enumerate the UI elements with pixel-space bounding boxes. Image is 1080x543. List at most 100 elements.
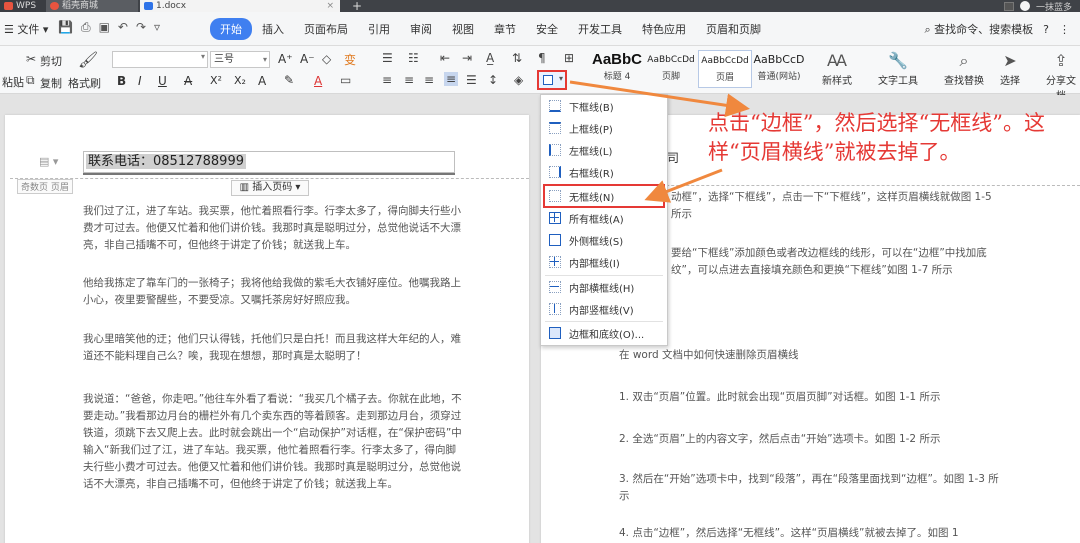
format-painter-button[interactable]: 格式刷 xyxy=(68,75,101,91)
paragraph[interactable]: 他给我拣定了靠车门的一张椅子；我将他给我做的紫毛大衣铺好座位。他嘱我路上小心，夜… xyxy=(83,275,463,309)
tab-section[interactable]: 章节 xyxy=(484,18,526,40)
paragraph[interactable]: 在 word 文档中如何快速删除页眉横线 xyxy=(619,347,999,364)
tab-store[interactable]: 稻壳商城 xyxy=(46,0,138,12)
italic-button[interactable]: I xyxy=(138,74,142,88)
new-tab-button[interactable]: + xyxy=(352,0,362,12)
tab-references[interactable]: 引用 xyxy=(358,18,400,40)
paragraph[interactable]: 我们过了江，进了车站。我买票，他忙着照看行李。行李太多了，得向脚夫行些小费才可过… xyxy=(83,203,463,254)
subscript-button[interactable]: X₂ xyxy=(234,74,246,87)
undo-icon[interactable]: ↶ xyxy=(118,20,128,35)
redo-icon[interactable]: ↷ xyxy=(136,20,146,35)
paragraph[interactable]: 我心里暗笑他的迂；他们只认得钱，托他们只是白托！而且我这样大年纪的人，难道还不能… xyxy=(83,331,463,365)
paragraph[interactable]: 要给“下框线”添加颜色或者改边框线的线形，可以在“边框”中找加底纹”，可以点进去… xyxy=(671,245,1001,279)
paragraph[interactable]: 2. 全选“页眉”上的内容文字，然后点击“开始”选项卡。如图 1-2 所示 xyxy=(619,431,999,448)
align-center-icon[interactable]: ≡ xyxy=(404,73,414,87)
tab-developer[interactable]: 开发工具 xyxy=(568,18,632,40)
highlighter-icon[interactable]: ✎ xyxy=(284,73,294,87)
customize-icon[interactable]: ▿ xyxy=(154,20,160,35)
menu-item-inside-vertical[interactable]: 内部竖框线(V) xyxy=(541,298,667,320)
print-icon[interactable]: ⎙ xyxy=(81,20,91,35)
user-name[interactable]: 一抹蓝多 xyxy=(1036,0,1072,13)
justify-icon[interactable]: ≡ xyxy=(444,72,459,86)
copy-button[interactable]: 复制 xyxy=(40,75,62,91)
style-footer[interactable]: AaBbCcDd 页脚 xyxy=(644,50,698,88)
menu-item-borders-shading[interactable]: 边框和底纹(O)... xyxy=(541,322,667,344)
bold-button[interactable]: B xyxy=(117,74,126,88)
header-text[interactable]: 联系电话：08512788999 xyxy=(83,151,455,173)
shading-icon[interactable]: ◈ xyxy=(514,73,523,87)
tab-insert[interactable]: 插入 xyxy=(252,18,294,40)
shrink-font-button[interactable]: A⁻ xyxy=(300,52,315,66)
style-heading4[interactable]: AaBbC 标题 4 xyxy=(590,50,644,88)
borders-button[interactable]: ▾ xyxy=(537,70,567,90)
bullet-list-icon[interactable]: ☰ xyxy=(382,51,393,65)
menu-item-inside-borders[interactable]: 内部框线(I) xyxy=(541,251,667,273)
font-name-select[interactable]: ▾ xyxy=(112,51,208,68)
save-icon[interactable]: 💾 xyxy=(58,20,73,35)
tab-security[interactable]: 安全 xyxy=(526,18,568,40)
paragraph[interactable]: 1. 双击“页眉”位置。此时就会出现“页眉页脚”对话框。如图 1-1 所示 xyxy=(619,389,999,406)
table-border-icon[interactable]: ⊞ xyxy=(564,51,574,65)
file-menu[interactable]: ☰ 文件 ▾ xyxy=(4,21,48,37)
underline-button[interactable]: U xyxy=(158,74,167,88)
user-avatar[interactable] xyxy=(1019,1,1030,11)
menu-item-bottom-border[interactable]: 下框线(B) xyxy=(541,95,667,117)
tab-home[interactable]: 开始 xyxy=(210,18,252,40)
clear-format-icon[interactable]: ◇ xyxy=(322,52,331,66)
paste-button[interactable]: 粘贴 xyxy=(2,74,24,90)
chinese-layout-icon[interactable]: A̲ xyxy=(486,51,494,65)
select-button[interactable]: ➤ 选择 xyxy=(1000,50,1020,87)
close-tab-icon[interactable]: × xyxy=(326,0,334,12)
style-normal-web[interactable]: AaBbCcD 普通(网站) xyxy=(752,50,806,88)
window-layout-icon[interactable] xyxy=(1003,1,1014,11)
align-right-icon[interactable]: ≡ xyxy=(424,73,434,87)
preview-icon[interactable]: ▣ xyxy=(99,20,110,35)
increase-indent-icon[interactable]: ⇥ xyxy=(462,51,472,65)
decrease-indent-icon[interactable]: ⇤ xyxy=(440,51,450,65)
menu-item-label: 内部竖框线(V) xyxy=(569,305,634,317)
paragraph[interactable]: 我说道：“爸爸，你走吧。”他往车外看了看说：“我买几个橘子去。你就在此地，不要走… xyxy=(83,391,463,493)
tab-features[interactable]: 特色应用 xyxy=(632,18,696,40)
menu-item-inside-horizontal[interactable]: 内部横框线(H) xyxy=(541,276,667,298)
strikethrough-button[interactable]: A xyxy=(184,74,192,88)
tab-document[interactable]: 1.docx × xyxy=(140,0,340,12)
tab-view[interactable]: 视图 xyxy=(442,18,484,40)
menu-item-top-border[interactable]: 上框线(P) xyxy=(541,117,667,139)
new-style-button[interactable]: Ꜳ 新样式 xyxy=(822,50,852,87)
menu-item-left-border[interactable]: 左框线(L) xyxy=(541,139,667,161)
align-left-icon[interactable]: ≡ xyxy=(382,73,392,87)
text-tool-button[interactable]: 🔧 文字工具 xyxy=(878,50,918,87)
superscript-button[interactable]: X² xyxy=(210,74,222,87)
line-spacing-icon[interactable]: ↕ xyxy=(488,73,498,87)
tab-review[interactable]: 审阅 xyxy=(400,18,442,40)
help-icon[interactable]: ? xyxy=(1043,23,1049,36)
tab-wps-label: WPS xyxy=(16,1,37,11)
sort-icon[interactable]: ⇅ xyxy=(512,51,522,65)
tab-header-footer[interactable]: 页眉和页脚 xyxy=(696,18,771,40)
search-command[interactable]: ⌕ 查找命令、搜索模板 xyxy=(924,21,1033,37)
paragraph[interactable]: 3. 然后在“开始”选项卡中，找到“段落”，再在“段落里面找到“边框”。如图 1… xyxy=(619,471,999,505)
search-command-label: 查找命令、搜索模板 xyxy=(934,23,1034,36)
text-effect-button[interactable]: A xyxy=(258,74,266,88)
more-icon[interactable]: ⋮ xyxy=(1059,23,1070,36)
find-replace-button[interactable]: ⌕ 查找替换 xyxy=(944,50,984,87)
menu-item-outside-borders[interactable]: 外侧框线(S) xyxy=(541,229,667,251)
show-marks-icon[interactable]: ¶ xyxy=(538,51,546,65)
char-border-icon[interactable]: ▭ xyxy=(340,73,351,87)
tab-wps[interactable]: WPS xyxy=(0,0,46,12)
grow-font-button[interactable]: A⁺ xyxy=(278,52,293,66)
tab-page-layout[interactable]: 页面布局 xyxy=(294,18,358,40)
distributed-icon[interactable]: ☰ xyxy=(466,73,477,87)
numbered-list-icon[interactable]: ☷ xyxy=(408,51,419,65)
menu-item-right-border[interactable]: 右框线(R) xyxy=(541,161,667,183)
paragraph[interactable]: 4. 点击“边框”，然后选择“无框线”。这样“页眉横线”就被去掉了。如图 1 xyxy=(619,525,999,542)
font-color-button[interactable]: A xyxy=(314,74,322,88)
style-header[interactable]: AaBbCcDd 页眉 xyxy=(698,50,752,88)
font-size-select[interactable]: 三号 ▾ xyxy=(210,51,270,68)
insert-page-number-button[interactable]: ▥ 插入页码 ▾ xyxy=(231,180,309,196)
paragraph[interactable]: 动框”，选择“下框线”，点击一下“下框线”，这样页眉横线就做图 1-5 所示 xyxy=(671,189,1001,223)
phonetic-icon[interactable]: 变 xyxy=(344,51,356,68)
cut-button[interactable]: 剪切 xyxy=(40,53,62,69)
page-left[interactable]: ▤ ▾ 联系电话：08512788999 奇数页 页眉 ▥ 插入页码 ▾ 我们过… xyxy=(5,115,529,543)
menu-item-all-borders[interactable]: 所有框线(A) xyxy=(541,207,667,229)
